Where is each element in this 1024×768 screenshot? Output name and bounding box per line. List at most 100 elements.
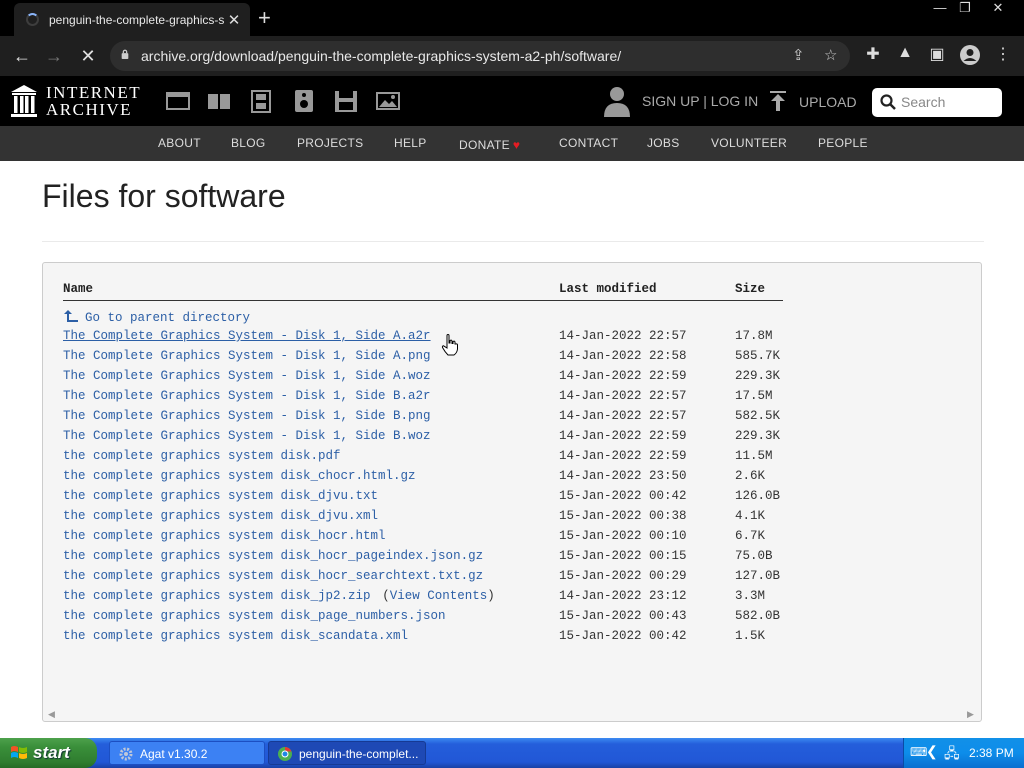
column-header-modified[interactable]: Last modified bbox=[559, 282, 657, 296]
new-tab-icon[interactable]: + bbox=[258, 5, 271, 31]
web-archive-icon[interactable] bbox=[165, 89, 191, 113]
file-link[interactable]: The Complete Graphics System - Disk 1, S… bbox=[63, 329, 431, 343]
file-size: 582.5K bbox=[735, 409, 781, 423]
file-size: 126.0B bbox=[735, 489, 781, 503]
file-link[interactable]: the complete graphics system disk_chocr.… bbox=[63, 469, 416, 483]
file-link[interactable]: the complete graphics system disk_jp2.zi… bbox=[63, 589, 371, 603]
loading-spinner-icon bbox=[26, 13, 39, 26]
system-tray: ⌨ ❮ 🖧 2:38 PM bbox=[903, 738, 1024, 768]
wordmark-line2: ARCHIVE bbox=[46, 100, 133, 119]
nav-people[interactable]: PEOPLE bbox=[818, 136, 868, 150]
nav-projects[interactable]: PROJECTS bbox=[297, 136, 363, 150]
file-date: 14-Jan-2022 22:59 bbox=[559, 449, 687, 463]
extensions-icon[interactable]: ✚ bbox=[862, 44, 884, 64]
restore-window-icon[interactable]: ❐ bbox=[953, 0, 977, 18]
file-size: 3.3M bbox=[735, 589, 766, 603]
file-size: 582.0B bbox=[735, 609, 781, 623]
start-button[interactable]: start bbox=[0, 738, 97, 768]
signup-login-link[interactable]: SIGN UP | LOG IN bbox=[642, 93, 758, 109]
file-link[interactable]: the complete graphics system disk_hocr_p… bbox=[63, 549, 483, 563]
file-date: 14-Jan-2022 22:59 bbox=[559, 429, 687, 443]
file-link[interactable]: The Complete Graphics System - Disk 1, S… bbox=[63, 429, 431, 443]
file-size: 11.5M bbox=[735, 449, 773, 463]
audio-speaker-icon[interactable] bbox=[291, 89, 317, 113]
file-link[interactable]: the complete graphics system disk_hocr_s… bbox=[63, 569, 483, 583]
nav-volunteer[interactable]: VOLUNTEER bbox=[711, 136, 787, 150]
column-header-size[interactable]: Size bbox=[735, 282, 765, 296]
tab-close-icon[interactable]: ✕ bbox=[224, 11, 244, 29]
images-photo-icon[interactable] bbox=[375, 89, 401, 113]
file-date: 14-Jan-2022 23:12 bbox=[559, 589, 687, 603]
file-date: 14-Jan-2022 22:57 bbox=[559, 409, 687, 423]
taskbar-item-agat[interactable]: Agat v1.30.2 bbox=[109, 741, 265, 765]
file-link[interactable]: the complete graphics system disk_djvu.t… bbox=[63, 489, 378, 503]
nav-about[interactable]: ABOUT bbox=[158, 136, 201, 150]
file-row: the complete graphics system disk_djvu.x… bbox=[0, 509, 1024, 529]
texts-book-icon[interactable] bbox=[206, 89, 232, 113]
file-link[interactable]: the complete graphics system disk_hocr.h… bbox=[63, 529, 386, 543]
nav-help[interactable]: HELP bbox=[394, 136, 427, 150]
user-avatar-icon[interactable] bbox=[602, 85, 632, 119]
network-icon[interactable]: 🖧 bbox=[944, 743, 960, 767]
upload-icon[interactable] bbox=[768, 90, 788, 112]
file-link[interactable]: the complete graphics system disk.pdf bbox=[63, 449, 341, 463]
file-link[interactable]: the complete graphics system disk_scanda… bbox=[63, 629, 408, 643]
bookmark-star-icon[interactable]: ☆ bbox=[824, 46, 837, 64]
share-icon[interactable]: ⇪ bbox=[792, 46, 805, 64]
file-size: 229.3K bbox=[735, 369, 781, 383]
nav-donate[interactable]: DONATE bbox=[459, 138, 510, 152]
nav-contact[interactable]: CONTACT bbox=[559, 136, 618, 150]
tab-title: penguin-the-complete-graphics-sys bbox=[49, 12, 224, 27]
profile-avatar-icon[interactable] bbox=[959, 44, 981, 66]
ia-wordmark[interactable]: INTERNET ARCHIVE bbox=[46, 84, 141, 118]
back-arrow-icon[interactable]: ← bbox=[10, 44, 34, 68]
file-size: 75.0B bbox=[735, 549, 773, 563]
parent-directory-link[interactable]: Go to parent directory bbox=[63, 309, 250, 325]
file-row: The Complete Graphics System - Disk 1, S… bbox=[0, 409, 1024, 429]
column-header-name[interactable]: Name bbox=[63, 282, 93, 296]
taskbar-item-browser[interactable]: penguin-the-complet... bbox=[268, 741, 426, 765]
file-row: the complete graphics system disk.pdf 14-… bbox=[0, 449, 1024, 469]
file-date: 15-Jan-2022 00:15 bbox=[559, 549, 687, 563]
search-placeholder: Search bbox=[901, 94, 946, 110]
nav-blog[interactable]: BLOG bbox=[231, 136, 266, 150]
stop-loading-icon[interactable]: ✕ bbox=[76, 44, 100, 68]
scroll-right-icon[interactable]: ▶ bbox=[967, 709, 974, 720]
windows-flag-icon bbox=[11, 746, 27, 759]
upload-link[interactable]: UPLOAD bbox=[799, 94, 857, 110]
close-window-icon[interactable]: ✕ bbox=[986, 0, 1010, 18]
ia-logo-icon[interactable] bbox=[10, 84, 38, 118]
video-film-icon[interactable] bbox=[248, 89, 274, 113]
file-size: 4.1K bbox=[735, 509, 766, 523]
header-rule bbox=[63, 300, 783, 301]
file-link[interactable]: The Complete Graphics System - Disk 1, S… bbox=[63, 349, 431, 363]
forward-arrow-icon[interactable]: → bbox=[42, 44, 66, 68]
ia-header: INTERNET ARCHIVE SIGN UP | LOG IN UPLOAD… bbox=[0, 76, 1024, 126]
file-link[interactable]: The Complete Graphics System - Disk 1, S… bbox=[63, 409, 431, 423]
file-link[interactable]: The Complete Graphics System - Disk 1, S… bbox=[63, 369, 431, 383]
clock: 2:38 PM bbox=[969, 746, 1014, 760]
tray-expand-icon[interactable]: ❮ bbox=[926, 743, 938, 760]
view-contents-link[interactable]: View Contents bbox=[390, 589, 488, 603]
search-input[interactable]: Search bbox=[872, 88, 1002, 117]
page-title: Files for software bbox=[42, 178, 286, 214]
file-link[interactable]: the complete graphics system disk_page_n… bbox=[63, 609, 446, 623]
file-link[interactable]: the complete graphics system disk_djvu.x… bbox=[63, 509, 378, 523]
nav-donate-wrap[interactable]: DONATE ♥ bbox=[459, 136, 520, 154]
parent-link-label: Go to parent directory bbox=[85, 311, 251, 325]
file-link[interactable]: The Complete Graphics System - Disk 1, S… bbox=[63, 389, 431, 403]
file-size: 585.7K bbox=[735, 349, 781, 363]
file-row: the complete graphics system disk_hocr_p… bbox=[0, 549, 1024, 569]
browser-menu-icon[interactable]: ⋮ bbox=[992, 44, 1014, 64]
side-panel-icon[interactable]: ▣ bbox=[926, 44, 948, 64]
address-bar[interactable]: archive.org/download/penguin-the-complet… bbox=[110, 41, 850, 71]
keyboard-icon[interactable]: ⌨ bbox=[910, 745, 927, 759]
software-floppy-icon[interactable] bbox=[333, 89, 359, 113]
browser-tab[interactable]: penguin-the-complete-graphics-sys ✕ bbox=[14, 3, 250, 36]
file-size: 17.8M bbox=[735, 329, 773, 343]
lab-flask-icon[interactable]: ▲ bbox=[894, 44, 916, 62]
scroll-left-icon[interactable]: ◀ bbox=[48, 709, 55, 720]
nav-jobs[interactable]: JOBS bbox=[647, 136, 680, 150]
minimize-window-icon[interactable]: — bbox=[928, 0, 952, 18]
file-row: the complete graphics system disk_scanda… bbox=[0, 629, 1024, 649]
